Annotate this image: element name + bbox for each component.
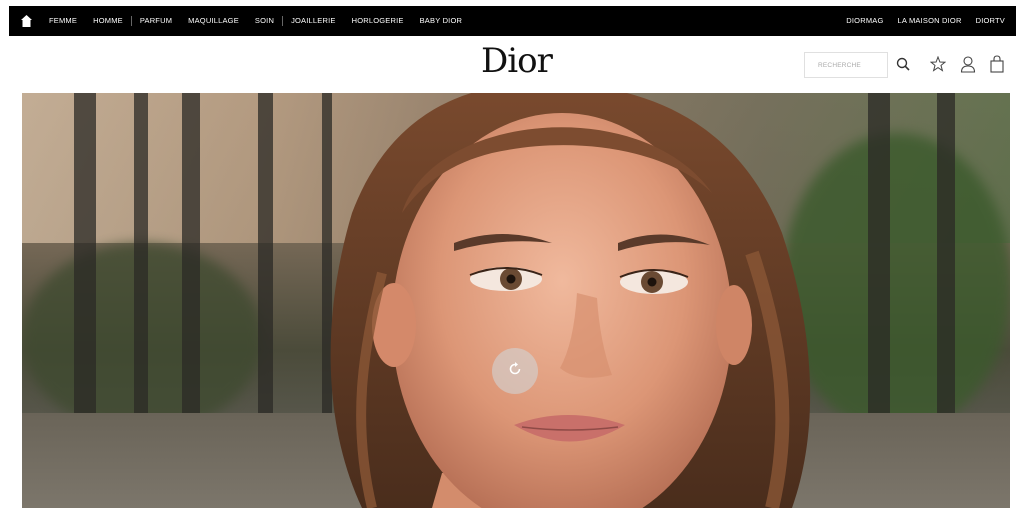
search-input[interactable]	[805, 53, 887, 77]
top-navigation: FEMME HOMME PARFUM MAQUILLAGE SOIN JOAIL…	[9, 6, 1016, 36]
nav-joaillerie[interactable]: JOAILLERIE	[283, 6, 344, 36]
nav-la-maison-dior[interactable]: LA MAISON DIOR	[891, 6, 969, 36]
search-icon[interactable]	[893, 54, 913, 74]
replay-button[interactable]	[492, 348, 538, 394]
home-icon[interactable]	[11, 6, 41, 36]
nav-baby-dior[interactable]: BABY DIOR	[412, 6, 471, 36]
nav-diormag[interactable]: DIORMAG	[839, 6, 890, 36]
star-icon[interactable]	[928, 54, 948, 74]
bag-icon[interactable]	[987, 54, 1007, 74]
replay-icon	[507, 361, 523, 382]
hero-video[interactable]	[22, 93, 1010, 508]
nav-soin[interactable]: SOIN	[247, 6, 282, 36]
dior-logo[interactable]: Dior	[481, 41, 561, 81]
nav-horlogerie[interactable]: HORLOGERIE	[344, 6, 412, 36]
user-icon[interactable]	[958, 54, 978, 74]
nav-parfum[interactable]: PARFUM	[132, 6, 180, 36]
nav-femme[interactable]: FEMME	[41, 6, 85, 36]
search-field[interactable]	[804, 52, 888, 78]
nav-homme[interactable]: HOMME	[85, 6, 131, 36]
nav-diortv[interactable]: DIORTV	[969, 6, 1012, 36]
nav-maquillage[interactable]: MAQUILLAGE	[180, 6, 247, 36]
portrait-image	[330, 93, 811, 508]
